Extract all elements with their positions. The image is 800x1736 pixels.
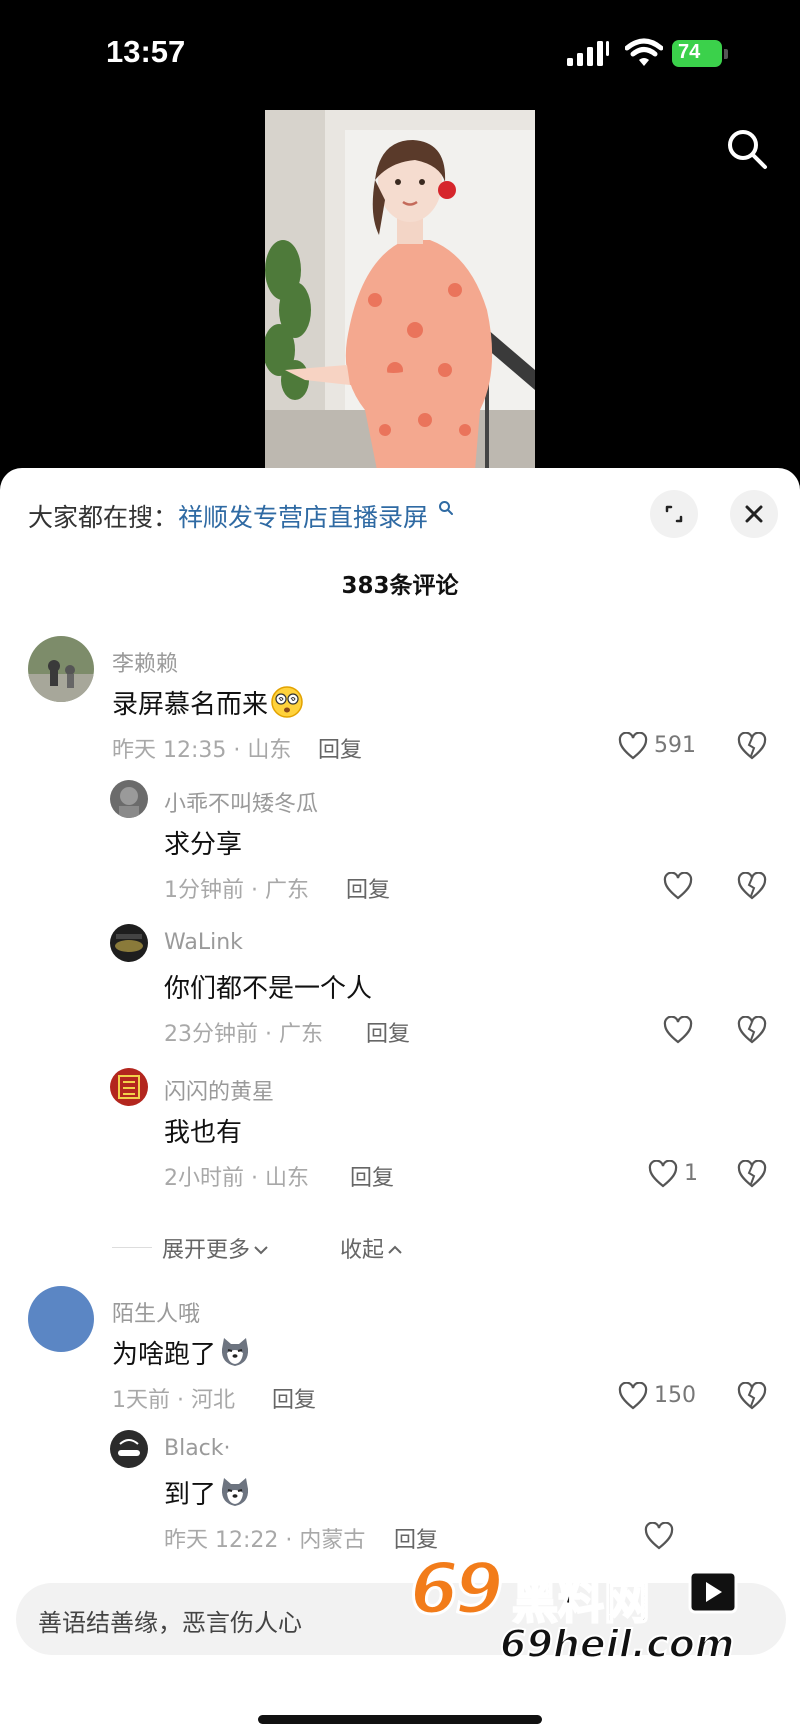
broken-heart-icon[interactable] [737,1016,767,1044]
comment-sheet: 大家都在搜：祥顺发专营店直播录屏 383条评论 李赖赖 录屏慕名而来 昨天 12… [0,468,800,1736]
husky-emoji-icon [221,1338,249,1366]
heart-icon[interactable] [648,1160,678,1188]
like-count: 150 [654,1383,696,1408]
watermark-number: 69 [408,1547,504,1632]
divider [112,1247,152,1248]
like-count: 591 [654,733,696,758]
video-thumbnail[interactable] [265,110,535,470]
broken-heart-icon[interactable] [737,872,767,900]
comment-count: 383条评论 [341,573,459,599]
collapse-button[interactable]: 收起 [340,1232,404,1264]
broken-heart-icon[interactable] [737,1382,767,1410]
comment-username[interactable]: 李赖赖 [112,646,178,678]
comment-input-placeholder: 善语结善缘，恶言伤人心 [38,1609,302,1637]
status-time: 13:57 [106,34,186,69]
home-indicator [258,1715,542,1724]
broken-heart-icon[interactable] [737,1160,767,1188]
comment-username[interactable]: 小乖不叫矮冬瓜 [164,786,318,818]
avatar[interactable] [110,1430,148,1468]
comment-text: 为啥跑了 [112,1334,252,1371]
avatar[interactable] [28,636,94,702]
comment-username[interactable]: Black· [164,1436,231,1461]
avatar[interactable] [110,780,148,818]
like-count: 1 [684,1161,698,1186]
hot-search-bar[interactable]: 大家都在搜：祥顺发专营店直播录屏 [28,498,454,534]
search-icon[interactable] [724,126,770,172]
chevron-up-icon [388,1245,402,1254]
watermark-domain: 69heil.com [499,1621,735,1667]
reply-button[interactable]: 回复 [346,872,390,904]
heart-icon[interactable] [663,872,693,900]
comment-username[interactable]: 闪闪的黄星 [164,1074,274,1106]
chevron-down-icon [254,1246,268,1255]
comment-time-location: 昨天 12:35 · 山东 [112,738,292,763]
reply-button[interactable]: 回复 [350,1160,394,1192]
battery-indicator: 74 [672,38,728,68]
reply-button[interactable]: 回复 [366,1016,410,1048]
comment-text: 我也有 [164,1118,243,1148]
heart-icon[interactable] [618,1382,648,1410]
avatar[interactable] [110,924,148,962]
comment-time-location: 1分钟前 · 广东 [164,878,309,903]
comment-text: 到了 [164,1474,252,1511]
comment-time-location: 23分钟前 · 广东 [164,1022,323,1047]
reply-button[interactable]: 回复 [272,1382,316,1414]
comment-username[interactable]: WaLink [164,930,243,955]
hot-search-query[interactable]: 祥顺发专营店直播录屏 [178,503,428,532]
cellular-signal-icon [567,41,609,66]
reply-button[interactable]: 回复 [318,732,362,764]
play-icon [688,1570,738,1614]
comment-text: 求分享 [164,830,243,860]
husky-emoji-icon [221,1478,249,1506]
status-bar: 13:57 74 [0,0,800,100]
expand-icon[interactable] [650,490,698,538]
hot-search-prefix: 大家都在搜： [28,503,179,532]
comment-username[interactable]: 陌生人哦 [112,1296,200,1328]
replies-toggle-row: 展开更多 收起 [0,1230,800,1266]
battery-level: 74 [678,41,701,63]
avatar[interactable] [110,1068,148,1106]
comment-time-location: 1天前 · 河北 [112,1388,235,1413]
dizzy-face-emoji-icon [271,686,303,718]
heart-icon[interactable] [644,1522,674,1550]
heart-icon[interactable] [663,1016,693,1044]
comment-time-location: 昨天 12:22 · 内蒙古 [164,1528,366,1553]
heart-icon[interactable] [618,732,648,760]
close-icon[interactable] [730,490,778,538]
comment-text: 你们都不是一个人 [164,974,373,1004]
search-icon [438,501,453,515]
comment-time-location: 2小时前 · 山东 [164,1166,309,1191]
expand-more-button[interactable]: 展开更多 [162,1232,270,1264]
avatar[interactable] [28,1286,94,1352]
wifi-icon [625,38,663,66]
broken-heart-icon[interactable] [737,732,767,760]
comment-text: 录屏慕名而来 [112,684,304,721]
watermark-logo: 69 黑料网 69heil.com [400,1547,780,1678]
